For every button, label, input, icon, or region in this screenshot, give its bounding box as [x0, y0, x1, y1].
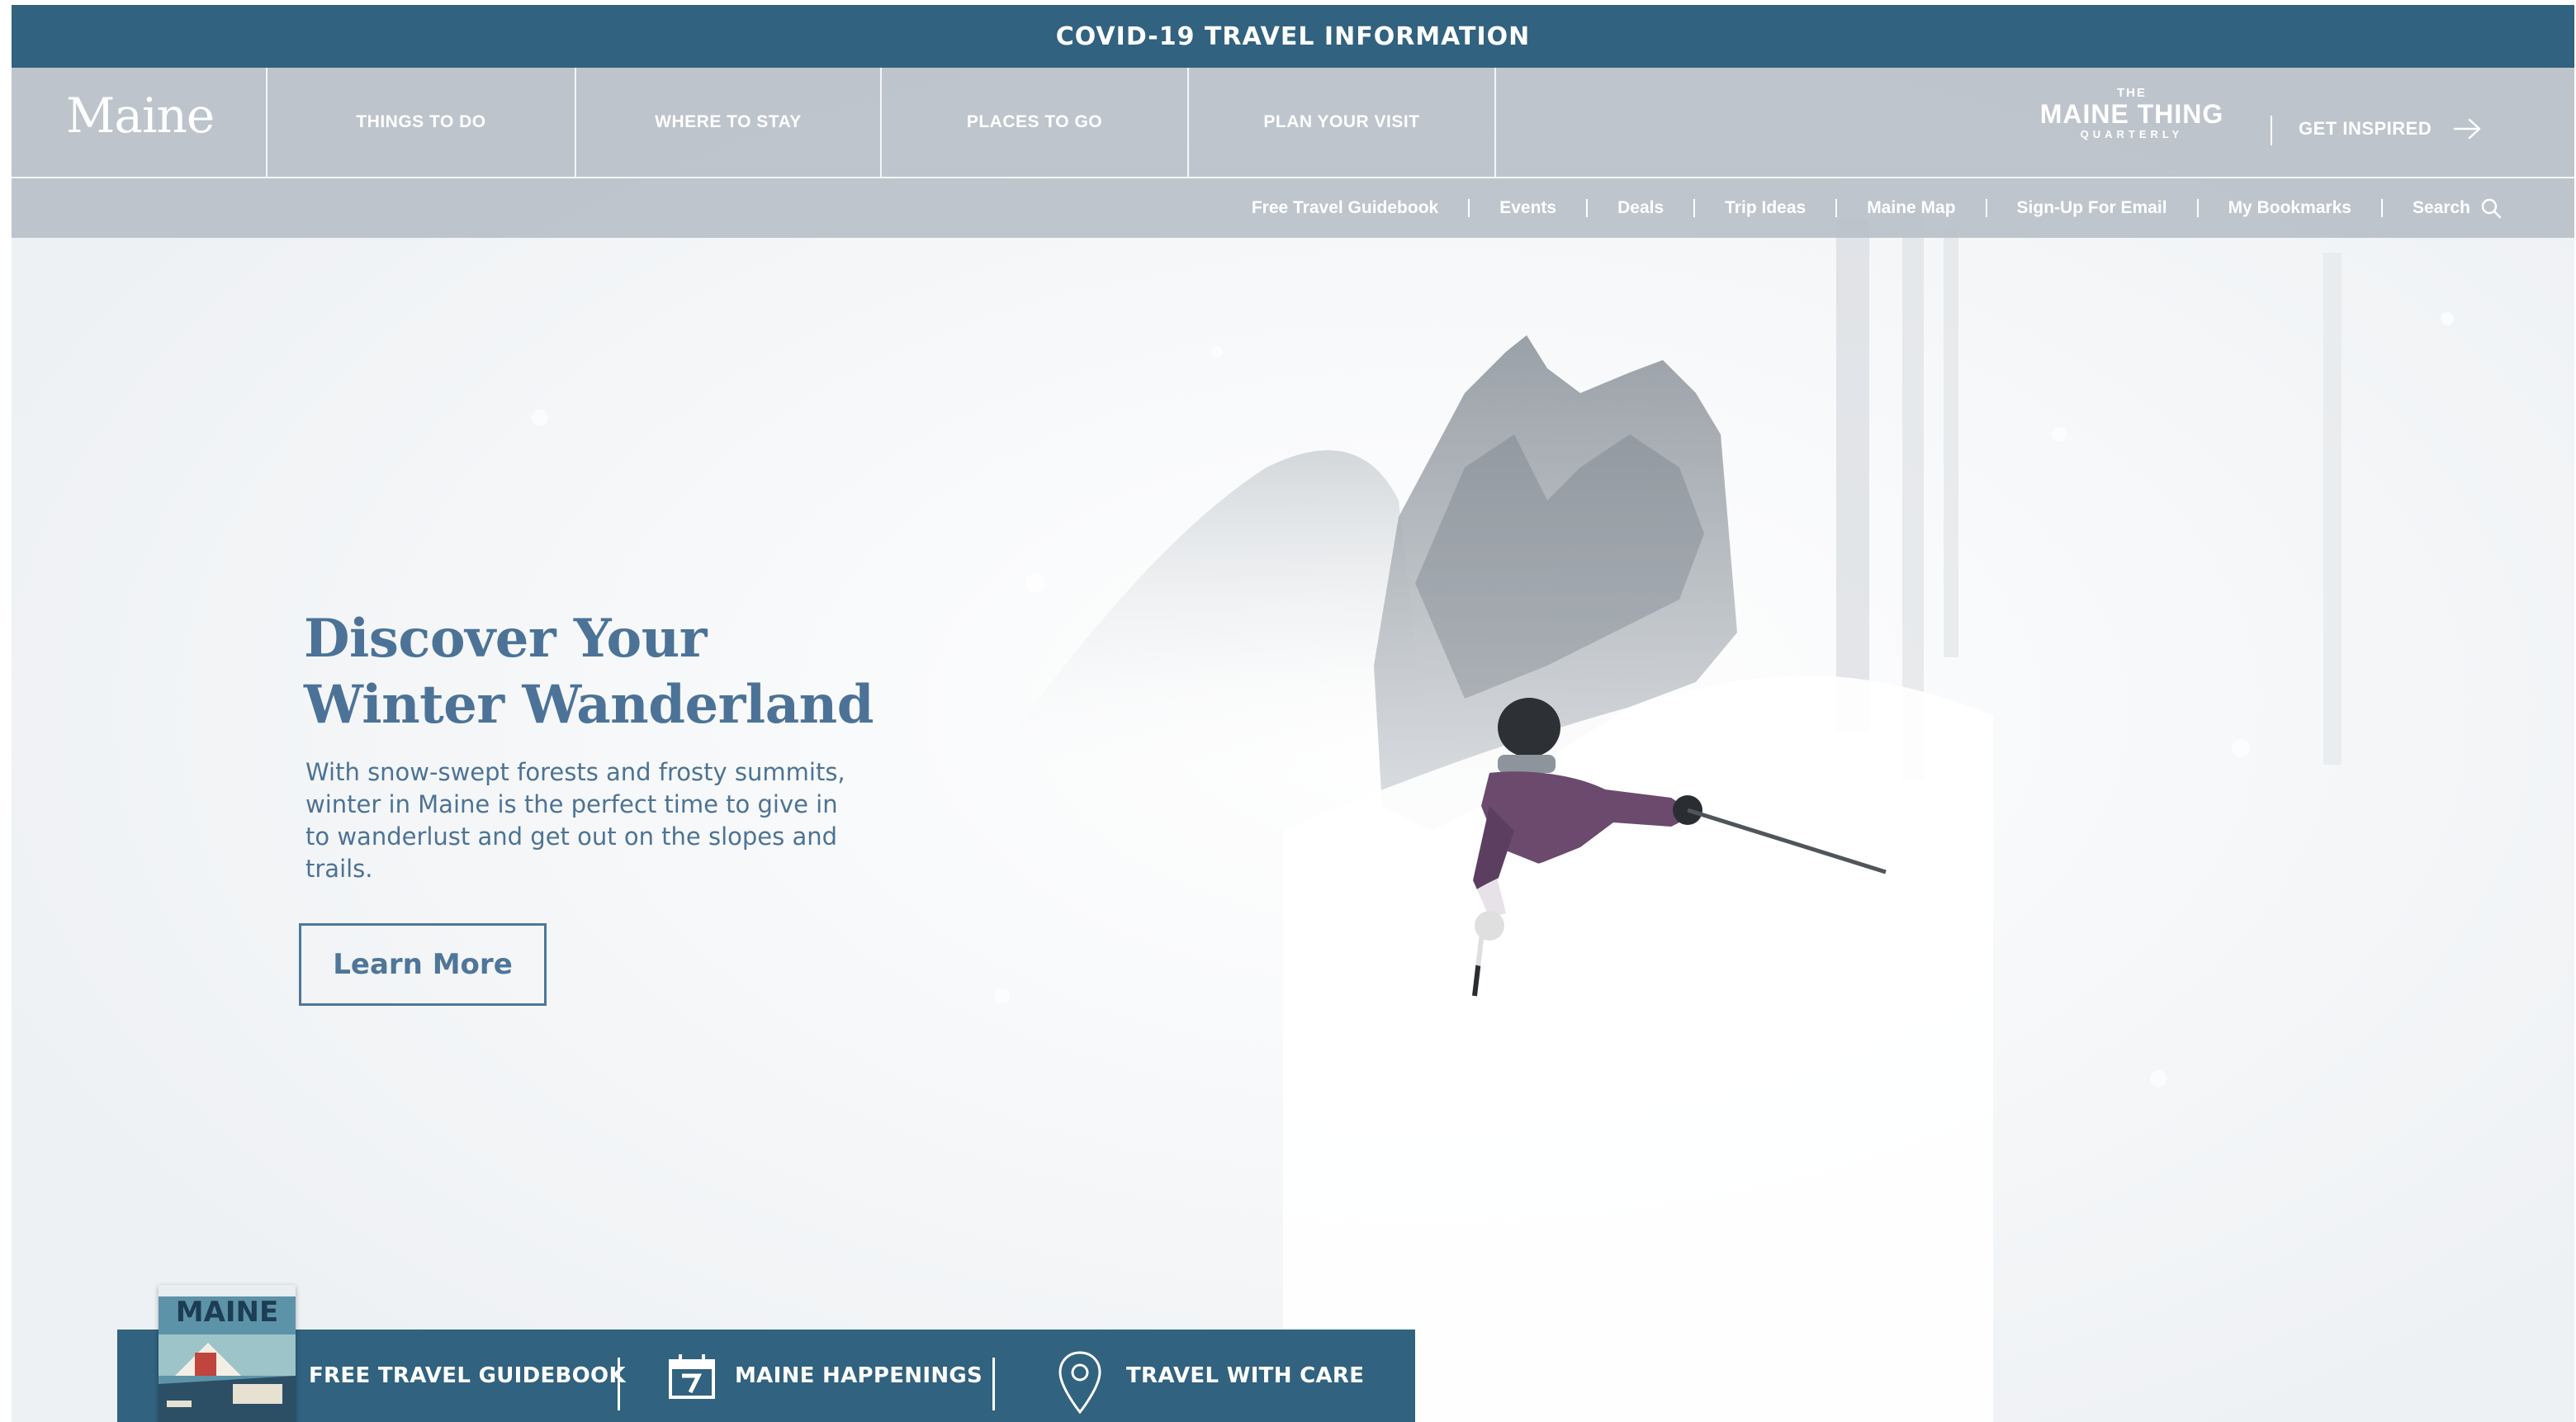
get-inspired-link[interactable]: GET INSPIRED	[2299, 111, 2483, 147]
nav-places-to-go[interactable]: PLACES TO GO	[882, 68, 1187, 177]
subnav-separator	[1468, 199, 1470, 217]
guidebook-cover[interactable]: MAINE	[159, 1285, 296, 1422]
quarterly-sub: QUARTERLY	[2080, 128, 2184, 140]
nav-divider	[1494, 68, 1496, 177]
hero-headline: Discover Your Winter Wanderland	[304, 606, 898, 738]
page-frame: COVID-19 TRAVEL INFORMATION Maine THINGS…	[12, 5, 2574, 1422]
hero-description: With snow-swept forests and frosty summi…	[305, 758, 845, 883]
subnav-free-travel-guidebook[interactable]: Free Travel Guidebook	[1252, 198, 1438, 218]
subnav-separator	[2196, 199, 2199, 217]
subnav-separator	[1693, 199, 1696, 217]
quarterly-the: THE	[2117, 86, 2147, 100]
hero-headline-line1: Discover Your	[304, 608, 707, 670]
subnav-separator	[1835, 199, 1838, 217]
subnav-deals[interactable]: Deals	[1617, 198, 1664, 218]
free-travel-guidebook-link[interactable]: FREE TRAVEL GUIDEBOOK	[309, 1330, 626, 1422]
travel-with-care-label: TRAVEL WITH CARE	[1126, 1363, 1365, 1388]
subnav-maine-map[interactable]: Maine Map	[1867, 198, 1955, 218]
calendar-icon[interactable]	[665, 1349, 718, 1402]
guidebook-cover-title: MAINE	[176, 1296, 278, 1329]
bottom-bar-divider	[618, 1358, 620, 1410]
main-nav-bar: Maine THINGS TO DO WHERE TO STAY PLACES …	[12, 68, 2574, 178]
get-inspired-label: GET INSPIRED	[2299, 118, 2432, 139]
maine-happenings-label: MAINE HAPPENINGS	[735, 1363, 983, 1388]
hero-headline-line2: Winter Wanderland	[304, 674, 874, 736]
subnav-separator	[1985, 199, 1987, 217]
nav-plan-your-visit[interactable]: PLAN YOUR VISIT	[1189, 68, 1494, 177]
header-divider	[2271, 116, 2272, 145]
nav-things-to-do[interactable]: THINGS TO DO	[268, 68, 575, 177]
quarterly-title: MAINE THING	[2039, 99, 2224, 129]
subnav-events[interactable]: Events	[1499, 198, 1556, 218]
bottom-bar-divider	[992, 1358, 995, 1410]
covid-info-label: COVID-19 TRAVEL INFORMATION	[1055, 21, 1531, 51]
maine-happenings-link[interactable]: MAINE HAPPENINGS	[735, 1330, 983, 1422]
arrow-right-icon	[2454, 118, 2481, 140]
free-travel-guidebook-label: FREE TRAVEL GUIDEBOOK	[309, 1363, 626, 1388]
subnav-separator	[2380, 199, 2383, 217]
utility-nav: Free Travel Guidebook Events Deals Trip …	[1252, 183, 2502, 233]
subnav-trip-ideas[interactable]: Trip Ideas	[1725, 198, 1806, 218]
search-icon	[2481, 198, 2502, 219]
learn-more-button[interactable]: Learn More	[299, 923, 547, 1006]
covid-info-bar[interactable]: COVID-19 TRAVEL INFORMATION	[12, 5, 2574, 68]
travel-with-care-link[interactable]: TRAVEL WITH CARE	[1126, 1330, 1364, 1422]
location-pin-icon[interactable]	[1055, 1349, 1105, 1415]
maine-logo[interactable]: Maine	[66, 88, 215, 144]
search-label: Search	[2412, 198, 2470, 217]
site-header: Maine THINGS TO DO WHERE TO STAY PLACES …	[12, 68, 2574, 238]
maine-thing-quarterly-logo[interactable]: THE MAINE THING QUARTERLY	[2036, 86, 2228, 140]
subnav-separator	[1586, 199, 1589, 217]
subnav-sign-up-for-email[interactable]: Sign-Up For Email	[2017, 198, 2167, 218]
subnav-my-bookmarks[interactable]: My Bookmarks	[2228, 198, 2351, 218]
search-button[interactable]: Search	[2413, 197, 2502, 219]
nav-where-to-stay[interactable]: WHERE TO STAY	[576, 68, 880, 177]
